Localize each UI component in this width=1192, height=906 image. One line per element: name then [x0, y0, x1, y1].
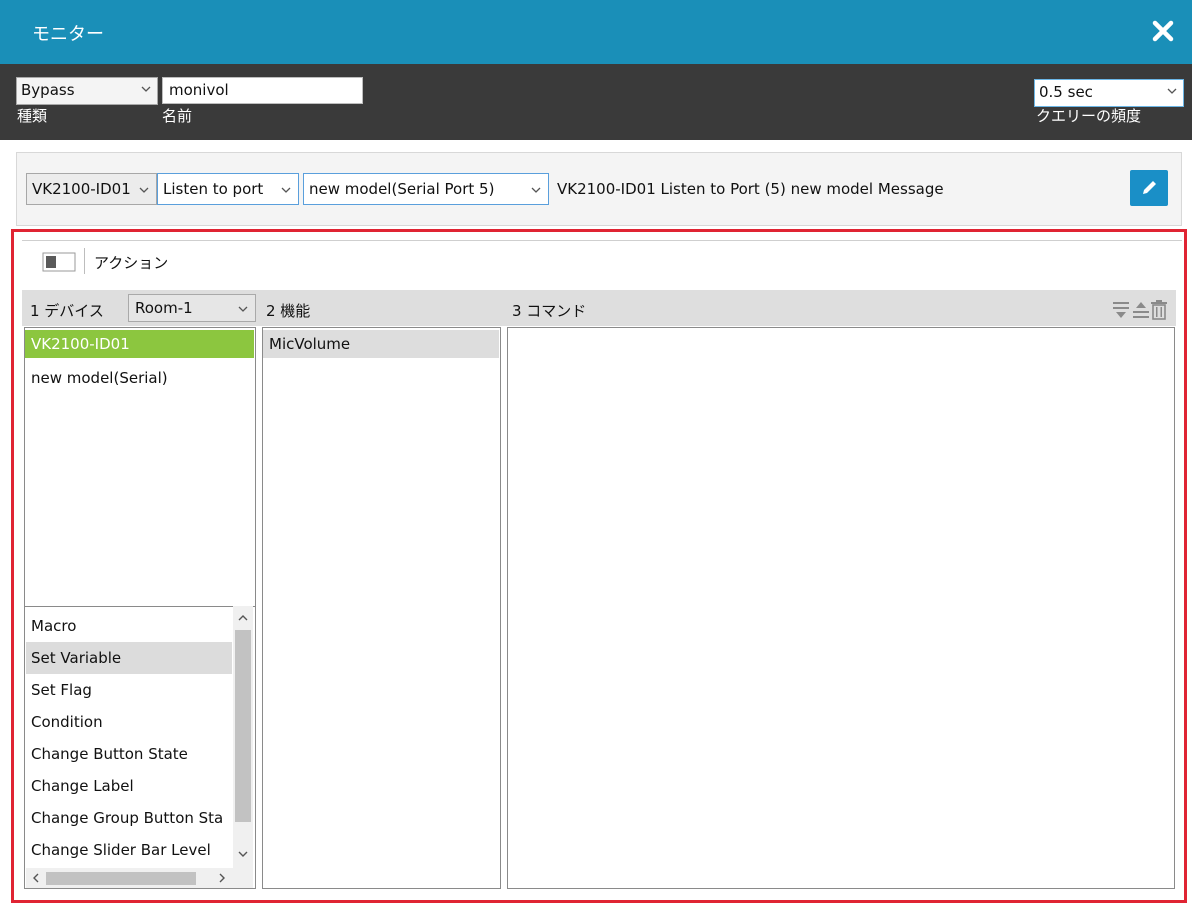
room-select-value: Room-1: [135, 299, 193, 317]
action-item-change-group-button-state[interactable]: Change Group Button Sta: [26, 802, 232, 834]
chevron-down-icon: [281, 187, 291, 193]
move-down-icon[interactable]: [1112, 300, 1130, 320]
action-item-condition[interactable]: Condition: [26, 706, 232, 738]
type-select[interactable]: Bypass: [16, 77, 158, 105]
mode-select[interactable]: Listen to port: [157, 173, 299, 205]
port-select[interactable]: new model(Serial Port 5): [303, 173, 549, 205]
functions-header: 2 機能: [266, 302, 311, 320]
chevron-down-icon: [531, 187, 541, 193]
panel-toggle-icon[interactable]: [42, 251, 76, 273]
vertical-scroll-thumb[interactable]: [235, 630, 251, 822]
action-label: アクション: [94, 254, 169, 272]
query-frequency-label: クエリーの頻度: [1036, 107, 1142, 125]
room-select[interactable]: Room-1: [128, 294, 256, 322]
action-item-set-flag[interactable]: Set Flag: [26, 674, 232, 706]
action-item-change-label[interactable]: Change Label: [26, 770, 232, 802]
edit-pencil-icon: [1143, 181, 1156, 194]
type-select-value: Bypass: [21, 81, 75, 99]
edit-button[interactable]: [1130, 170, 1168, 206]
chevron-down-icon: [141, 86, 151, 92]
divider: [22, 240, 1182, 241]
delete-icon[interactable]: [1150, 300, 1168, 320]
device-item-new-model[interactable]: new model(Serial): [25, 364, 254, 392]
query-frequency-select[interactable]: 0.5 sec: [1034, 79, 1184, 107]
chevron-down-icon: [1167, 88, 1177, 94]
action-item-set-variable[interactable]: Set Variable: [26, 642, 232, 674]
close-icon[interactable]: [1148, 16, 1178, 46]
type-label: 種類: [17, 107, 48, 125]
title-bar: [0, 0, 1192, 64]
devices-header: 1 デバイス: [30, 302, 104, 320]
device-select[interactable]: VK2100-ID01: [26, 173, 157, 205]
scroll-up-icon[interactable]: [237, 612, 249, 624]
device-item-vk2100[interactable]: VK2100-ID01: [25, 330, 254, 358]
move-up-icon[interactable]: [1132, 300, 1150, 320]
command-list[interactable]: [507, 327, 1175, 889]
scroll-right-icon[interactable]: [216, 872, 228, 884]
window-title: モニター: [32, 24, 104, 45]
message-description: VK2100-ID01 Listen to Port (5) new model…: [557, 180, 944, 198]
port-select-value: new model(Serial Port 5): [309, 180, 495, 198]
function-item-micvolume[interactable]: MicVolume: [263, 330, 499, 358]
horizontal-scroll-thumb[interactable]: [46, 872, 196, 885]
mode-select-value: Listen to port: [163, 180, 264, 198]
action-item-change-slider-bar-level[interactable]: Change Slider Bar Level: [26, 834, 232, 866]
function-list: [262, 327, 501, 889]
scroll-left-icon[interactable]: [30, 872, 42, 884]
scroll-down-icon[interactable]: [237, 848, 249, 860]
action-item-macro[interactable]: Macro: [26, 610, 232, 642]
name-label: 名前: [162, 107, 193, 125]
action-item-change-button-state[interactable]: Change Button State: [26, 738, 232, 770]
chevron-down-icon: [139, 187, 149, 193]
chevron-down-icon: [238, 306, 248, 312]
query-frequency-value: 0.5 sec: [1039, 83, 1093, 101]
device-select-value: VK2100-ID01: [32, 180, 131, 198]
separator: [84, 248, 85, 274]
name-field[interactable]: monivol: [162, 77, 363, 104]
commands-header: 3 コマンド: [512, 302, 587, 320]
